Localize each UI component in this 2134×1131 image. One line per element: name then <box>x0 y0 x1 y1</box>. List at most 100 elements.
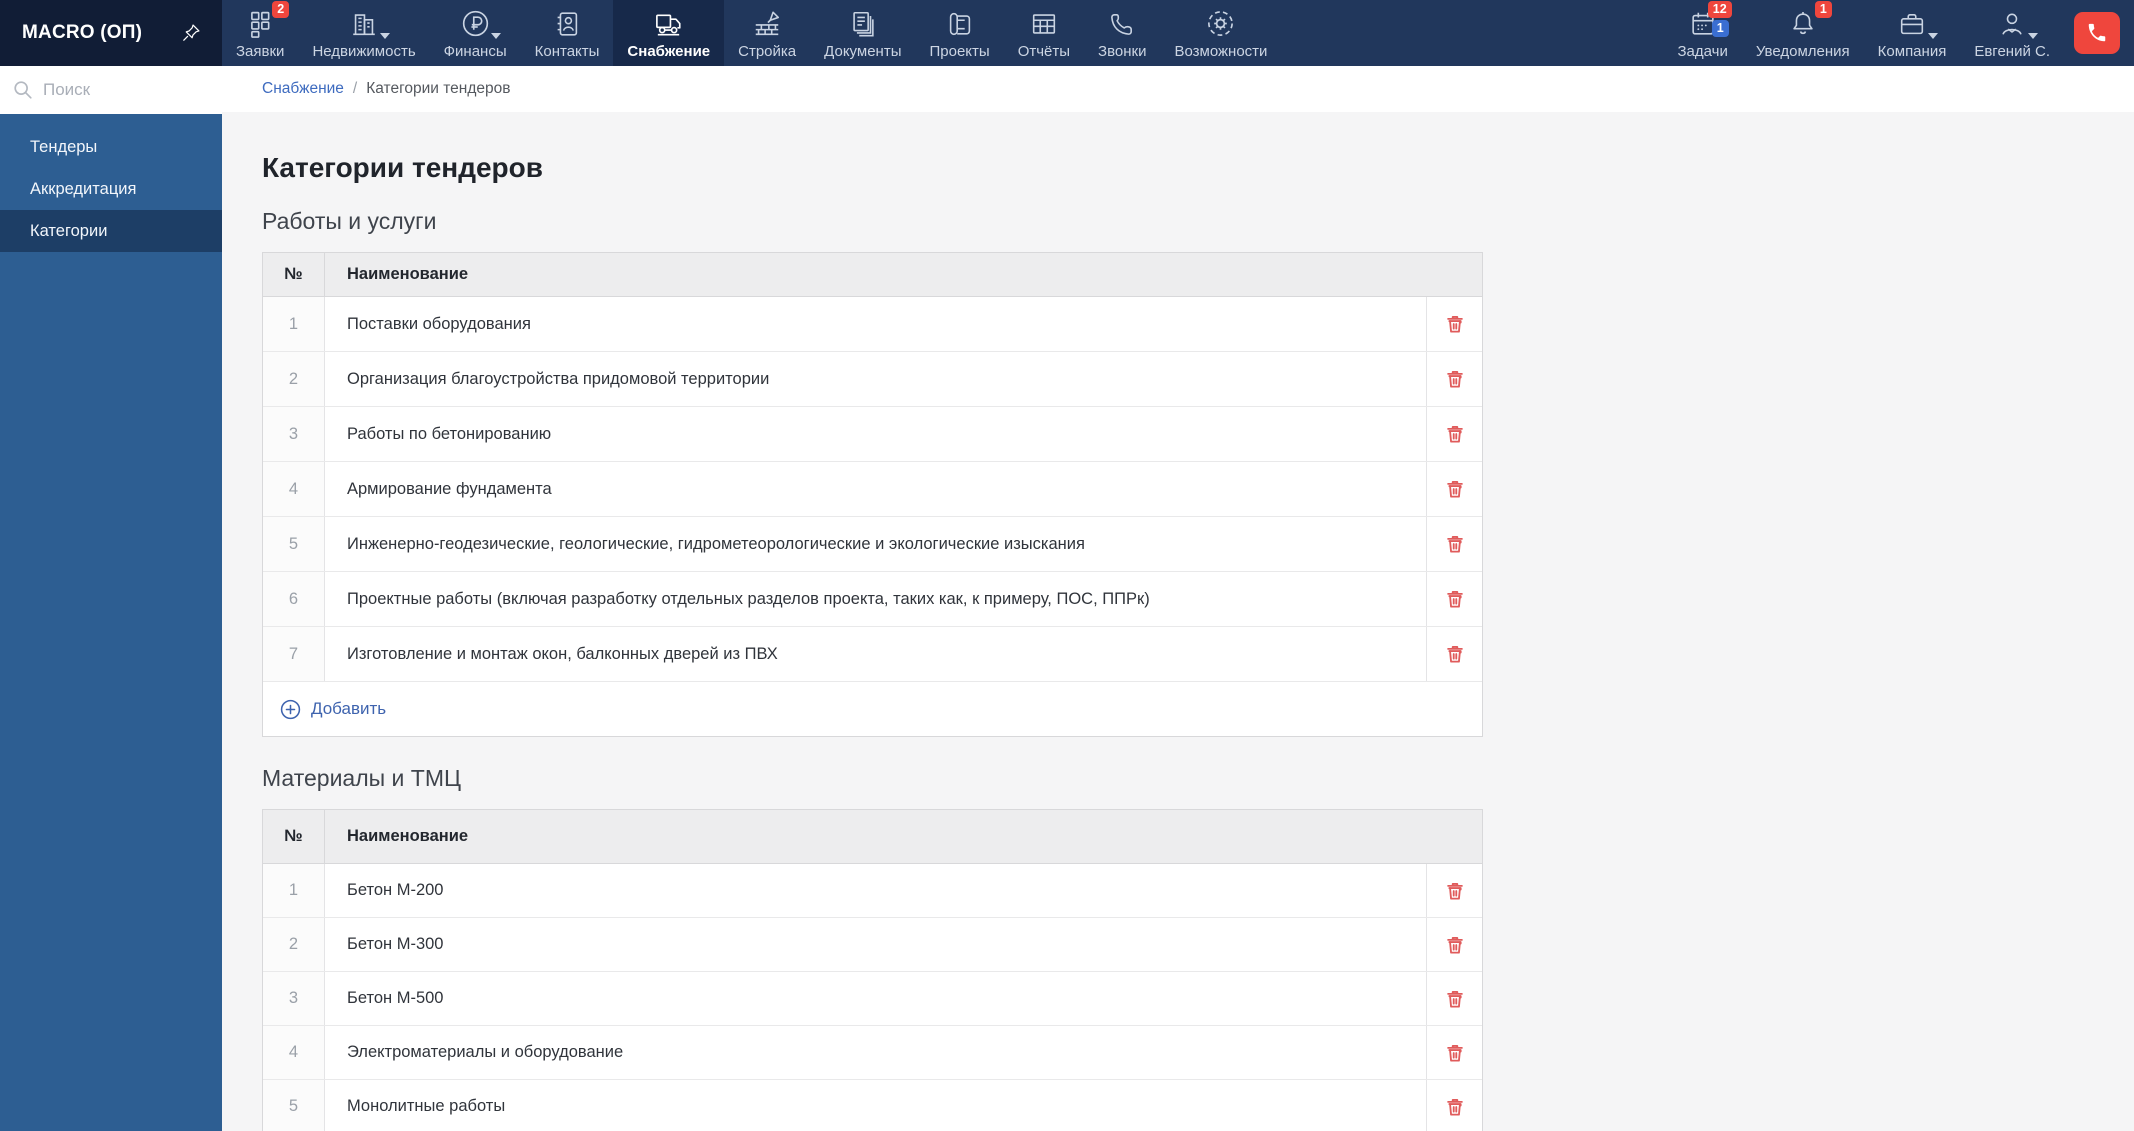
column-header-name: Наименование <box>347 265 469 283</box>
delete-button[interactable] <box>1440 529 1470 559</box>
sidebar-item-accreditation[interactable]: Аккредитация <box>0 168 222 210</box>
plus-circle-icon <box>279 698 302 721</box>
trash-icon <box>1444 533 1466 555</box>
page-title: Категории тендеров <box>262 152 543 183</box>
calls-icon <box>1106 8 1138 40</box>
nav-item-realty[interactable]: Недвижимость <box>298 0 429 66</box>
nav-item-notifications[interactable]: 1 Уведомления <box>1742 0 1864 66</box>
projects-icon <box>944 8 976 40</box>
nav-item-features[interactable]: Возможности <box>1160 0 1281 66</box>
breadcrumb: Снабжение / Категории тендеров <box>222 66 2134 112</box>
table-row: 3 Бетон М-500 <box>263 972 1482 1026</box>
section-title-materials: Материалы и ТМЦ <box>262 765 462 791</box>
logo-text: MACRO (ОП) <box>22 22 143 43</box>
table-row: 5 Монолитные работы <box>263 1080 1482 1131</box>
nav-item-construction[interactable]: Стройка <box>724 0 810 66</box>
nav-item-projects[interactable]: Проекты <box>915 0 1003 66</box>
applications-icon: 2 <box>244 0 290 40</box>
chevron-down-icon <box>491 32 502 39</box>
trash-icon <box>1444 423 1466 445</box>
nav-item-company[interactable]: Компания <box>1864 0 1961 66</box>
table-header-row: № Наименование <box>263 253 1482 297</box>
table-row: 3 Работы по бетонированию <box>263 407 1482 462</box>
trash-icon <box>1444 368 1466 390</box>
notifications-badge: 1 <box>1814 0 1832 18</box>
tasks-badge-blue: 1 <box>1711 19 1729 37</box>
bell-icon: 1 <box>1787 0 1832 40</box>
column-header-name: Наименование <box>347 827 469 845</box>
section-title-works: Работы и услуги <box>262 208 437 234</box>
nav-item-finance[interactable]: Финансы <box>430 0 521 66</box>
delete-button[interactable] <box>1440 930 1470 960</box>
table-row: 1 Бетон М-200 <box>263 864 1482 918</box>
features-icon <box>1205 8 1237 40</box>
delete-button[interactable] <box>1440 309 1470 339</box>
works-table: № Наименование 1 Поставки оборудования 2… <box>262 252 1483 737</box>
chevron-down-icon <box>2028 32 2039 39</box>
sidebar: Тендеры Аккредитация Категории <box>0 66 222 1131</box>
phone-icon <box>2086 22 2108 44</box>
add-label: Добавить <box>311 699 387 718</box>
nav-item-requests[interactable]: 2 Заявки <box>222 0 298 66</box>
building-icon <box>348 8 391 40</box>
reports-icon <box>1028 8 1060 40</box>
materials-table: № Наименование 1 Бетон М-200 2 Бетон М-3… <box>262 809 1483 1131</box>
tasks-badge-red: 12 <box>1707 0 1732 18</box>
nav-item-documents[interactable]: Документы <box>810 0 915 66</box>
requests-badge: 2 <box>272 0 290 18</box>
breadcrumb-link-supply[interactable]: Снабжение <box>262 80 344 98</box>
nav-item-contacts[interactable]: Контакты <box>521 0 614 66</box>
trash-icon <box>1444 478 1466 500</box>
sidebar-item-tenders[interactable]: Тендеры <box>0 126 222 168</box>
delete-button[interactable] <box>1440 419 1470 449</box>
table-row: 2 Бетон М-300 <box>263 918 1482 972</box>
column-header-number: № <box>263 810 325 863</box>
delete-button[interactable] <box>1440 584 1470 614</box>
sidebar-item-categories[interactable]: Категории <box>0 210 222 252</box>
documents-icon <box>847 8 879 40</box>
nav-item-tasks[interactable]: 12 1 Задачи <box>1664 0 1742 66</box>
trash-icon <box>1444 313 1466 335</box>
table-row: 4 Армирование фундамента <box>263 462 1482 517</box>
nav-item-reports[interactable]: Отчёты <box>1004 0 1084 66</box>
trash-icon <box>1444 1096 1466 1118</box>
delete-button[interactable] <box>1440 876 1470 906</box>
delete-button[interactable] <box>1440 1092 1470 1122</box>
delete-button[interactable] <box>1440 1038 1470 1068</box>
search-input[interactable] <box>43 80 210 100</box>
construction-icon <box>751 8 783 40</box>
calendar-icon: 12 1 <box>1687 0 1732 40</box>
pin-icon[interactable] <box>180 22 202 44</box>
user-icon <box>1996 8 2039 40</box>
main-content: Категории тендеров Работы и услуги № Наи… <box>222 112 2134 1131</box>
search-icon <box>12 79 34 101</box>
column-header-number: № <box>263 253 325 296</box>
trash-icon <box>1444 988 1466 1010</box>
chevron-down-icon <box>380 32 391 39</box>
table-row: 1 Поставки оборудования <box>263 297 1482 352</box>
add-category-button[interactable]: Добавить <box>263 682 1482 736</box>
table-row: 2 Организация благоустройства придомовой… <box>263 352 1482 407</box>
nav-item-user[interactable]: Евгений С. <box>1960 0 2064 66</box>
table-row: 5 Инженерно-геодезические, геологические… <box>263 517 1482 572</box>
app-logo[interactable]: MACRO (ОП) <box>0 0 222 66</box>
delete-button[interactable] <box>1440 639 1470 669</box>
phone-call-button[interactable] <box>2074 12 2120 54</box>
chevron-down-icon <box>1928 32 1938 39</box>
trash-icon <box>1444 934 1466 956</box>
sidebar-search <box>0 66 222 114</box>
delete-button[interactable] <box>1440 364 1470 394</box>
table-header-row: № Наименование <box>263 810 1482 864</box>
nav-item-supply[interactable]: Снабжение <box>613 0 725 66</box>
breadcrumb-current: Категории тендеров <box>366 80 511 97</box>
nav-item-calls[interactable]: Звонки <box>1084 0 1160 66</box>
trash-icon <box>1444 588 1466 610</box>
trash-icon <box>1444 643 1466 665</box>
trash-icon <box>1444 880 1466 902</box>
delete-button[interactable] <box>1440 474 1470 504</box>
sidebar-menu: Тендеры Аккредитация Категории <box>0 114 222 252</box>
delete-button[interactable] <box>1440 984 1470 1014</box>
contacts-icon <box>551 8 583 40</box>
ruble-icon <box>459 8 502 40</box>
truck-icon <box>653 8 685 40</box>
